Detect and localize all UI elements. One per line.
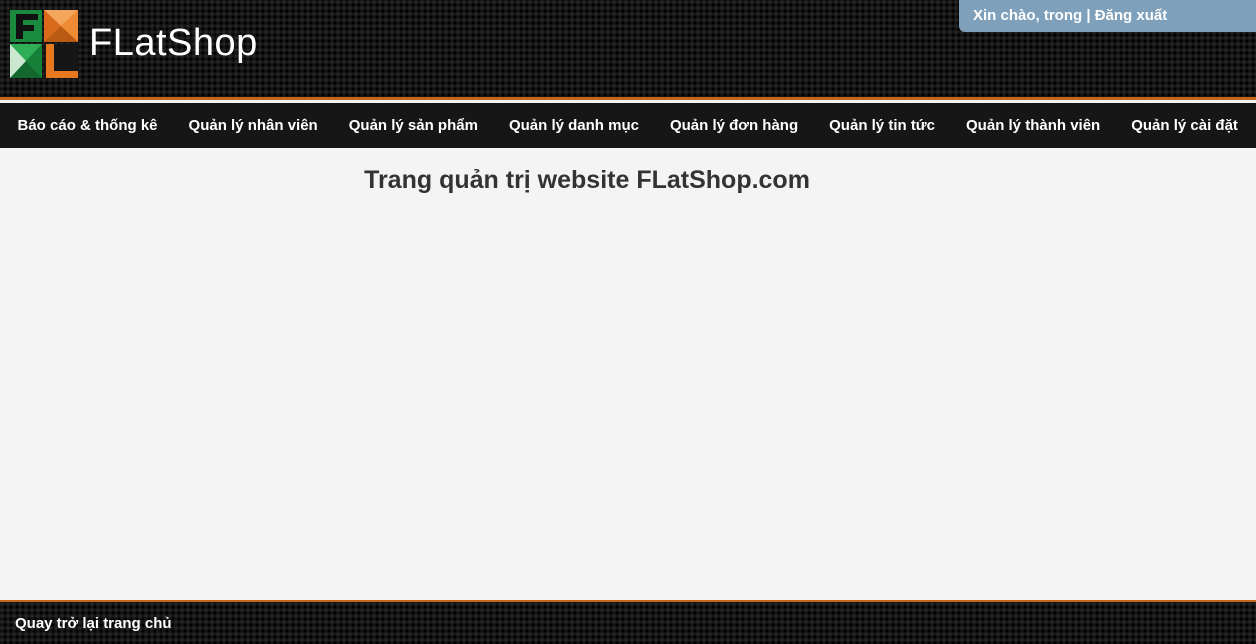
main-nav: Báo cáo & thống kê Quản lý nhân viên Quả… xyxy=(0,103,1256,148)
nav-item-products[interactable]: Quản lý sản phẩm xyxy=(333,103,493,148)
flatshop-logo-icon xyxy=(10,10,78,78)
nav-item-settings[interactable]: Quản lý cài đặt xyxy=(1116,103,1254,148)
user-box: Xin chào, trong | Đăng xuất xyxy=(959,0,1256,32)
nav-item-categories[interactable]: Quản lý danh mục xyxy=(493,103,654,148)
site-footer: Quay trở lại trang chủ xyxy=(0,600,1256,644)
nav-item-news[interactable]: Quản lý tin tức xyxy=(814,103,951,148)
nav-item-reports[interactable]: Báo cáo & thống kê xyxy=(2,103,173,148)
user-greeting: Xin chào, trong xyxy=(973,7,1083,24)
separator: | xyxy=(1082,7,1095,24)
main-content: Trang quản trị website FLatShop.com xyxy=(0,148,1256,600)
nav-item-employees[interactable]: Quản lý nhân viên xyxy=(173,103,333,148)
site-header: FLatShop Xin chào, trong | Đăng xuất xyxy=(0,0,1256,100)
nav-item-orders[interactable]: Quản lý đơn hàng xyxy=(654,103,813,148)
back-home-link[interactable]: Quay trở lại trang chủ xyxy=(15,615,172,632)
nav-item-members[interactable]: Quản lý thành viên xyxy=(951,103,1116,148)
page-title: Trang quản trị website FLatShop.com xyxy=(364,166,810,194)
logout-link[interactable]: Đăng xuất xyxy=(1095,7,1168,24)
brand-name: FLatShop xyxy=(89,22,258,64)
